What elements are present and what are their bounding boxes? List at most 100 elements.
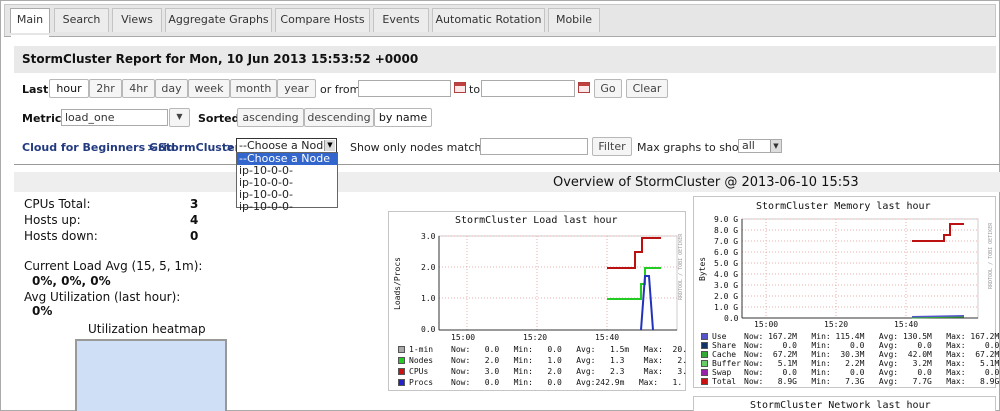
legend-swatch — [701, 333, 708, 340]
network-graph-title: StormCluster Network last hour — [750, 400, 931, 411]
breadcrumb-separator: > — [147, 141, 157, 154]
memory-ytick: 7.0 G — [714, 237, 739, 246]
legend-stats: Now: 2.0 Min: 1.0 Avg: 1.3 Max: 2. — [451, 356, 688, 365]
memory-ytick: 5.0 G — [714, 259, 739, 268]
sort-descending-button[interactable]: descending — [304, 108, 374, 127]
range-week-button[interactable]: week — [188, 79, 230, 98]
legend-name: Share — [712, 341, 737, 350]
legend-name: 1-min — [409, 345, 434, 354]
active-tab-gap — [11, 35, 49, 38]
range-hour-button[interactable]: hour — [49, 79, 89, 98]
memory-ytick: 1.0 G — [714, 303, 739, 312]
legend-name: Swap — [712, 368, 732, 377]
load-ytick: 0.0 — [421, 325, 436, 334]
memory-xtick: 15:20 — [824, 320, 849, 329]
legend-stats: Now: 0.0 Min: 0.0 Avg: 1.5m Max: 20. — [451, 345, 688, 354]
legend-name: CPUs — [409, 367, 429, 376]
legend-swatch — [701, 360, 708, 367]
load-ytick: 2.0 — [421, 263, 436, 272]
sort-by-name-button[interactable]: by name — [374, 108, 432, 127]
node-option[interactable]: ip-10-0-0- — [237, 201, 337, 213]
tab-aggregate-graphs[interactable]: Aggregate Graphs — [165, 8, 272, 32]
filter-label: Show only nodes matching — [350, 141, 499, 154]
hosts-up-label: Hosts up: — [24, 213, 81, 227]
legend-swatch — [701, 351, 708, 358]
legend-swatch — [398, 368, 405, 375]
max-graphs-value: all — [742, 139, 755, 152]
metric-input[interactable]: load_one — [61, 109, 168, 126]
range-label: Last — [22, 83, 49, 96]
legend-name: Total — [712, 377, 737, 386]
breadcrumb-separator: > — [226, 141, 236, 154]
load-ytick: 3.0 — [421, 232, 436, 241]
overview-title: Overview of StormCluster @ 2013-06-10 15… — [553, 175, 859, 190]
calendar-icon[interactable] — [454, 82, 466, 93]
memory-ytick: 8.0 G — [714, 226, 739, 235]
legend-stats: Now: 8.9G Min: 7.3G Avg: 7.7G Max: 8.9G — [744, 377, 1000, 386]
calendar-icon[interactable] — [578, 82, 590, 93]
max-graphs-label: Max graphs to show — [637, 141, 748, 154]
legend-name: Cache — [712, 350, 737, 359]
legend-stats: Now: 67.2M Min: 30.3M Avg: 42.0M Max: 67… — [744, 350, 1000, 359]
load-xtick: 15:20 — [523, 333, 548, 342]
node-select-value: --Choose a Node — [239, 139, 330, 152]
memory-ytick: 0.0 — [724, 314, 739, 323]
chevron-down-icon[interactable]: ▼ — [324, 140, 335, 151]
range-day-button[interactable]: day — [155, 79, 188, 98]
memory-xtick: 15:00 — [754, 320, 779, 329]
from-date-input[interactable] — [358, 80, 451, 97]
filter-button[interactable]: Filter — [592, 137, 632, 156]
tab-views[interactable]: Views — [112, 8, 162, 32]
hosts-up-value: 4 — [190, 213, 199, 227]
legend-name: Use — [712, 332, 727, 341]
utilization-label: Avg Utilization (last hour): — [24, 290, 181, 304]
legend-swatch — [398, 346, 405, 353]
report-title: StormCluster Report for Mon, 10 Jun 2013… — [14, 46, 996, 73]
range-4hr-button[interactable]: 4hr — [122, 79, 155, 98]
memory-ytick: 3.0 G — [714, 281, 739, 290]
tab-compare-hosts[interactable]: Compare Hosts — [275, 8, 370, 32]
legend-swatch — [701, 378, 708, 385]
load-graph[interactable]: StormCluster Load last hour Loads/Procs … — [388, 211, 688, 391]
max-graphs-select[interactable]: all ▼ — [738, 139, 782, 153]
tab-automatic-rotation[interactable]: Automatic Rotation — [432, 8, 545, 32]
to-date-input[interactable] — [481, 80, 575, 97]
memory-xtick: 15:40 — [894, 320, 919, 329]
cpus-total-value: 3 — [190, 197, 199, 211]
range-year-button[interactable]: year — [277, 79, 316, 98]
legend-swatch — [398, 357, 405, 364]
load-avg-label: Current Load Avg (15, 5, 1m): — [24, 259, 203, 273]
legend-stats: Now: 3.0 Min: 2.0 Avg: 2.3 Max: 3. — [451, 367, 688, 376]
tab-main[interactable]: Main — [10, 8, 50, 33]
legend-stats: Now: 5.1M Min: 2.2M Avg: 3.2M Max: 5.1M — [744, 359, 1000, 368]
hosts-down-label: Hosts down: — [24, 229, 98, 243]
metric-dropdown-button[interactable]: ▼ — [169, 108, 190, 127]
tab-search[interactable]: Search — [54, 8, 109, 32]
legend-swatch — [398, 379, 405, 386]
go-button[interactable]: Go — [594, 79, 622, 98]
node-select[interactable]: --Choose a Node ▼ — [236, 138, 337, 153]
metric-label: Metric — [22, 112, 62, 125]
memory-ytick: 2.0 G — [714, 292, 739, 301]
load-ytick: 1.0 — [421, 294, 436, 303]
range-2hr-button[interactable]: 2hr — [89, 79, 122, 98]
legend-stats: Now: 0.0 Min: 0.0 Avg:242.9m Max: 1. — [451, 378, 683, 387]
memory-ytick: 9.0 G — [714, 215, 739, 224]
filter-input[interactable] — [480, 138, 588, 155]
network-graph[interactable]: StormCluster Network last hour — [693, 396, 996, 411]
memory-graph[interactable]: StormCluster Memory last hour Bytes RRDT… — [693, 196, 1000, 388]
legend-name: Buffer — [712, 359, 741, 368]
tab-underline — [4, 36, 996, 37]
clear-button[interactable]: Clear — [626, 79, 668, 98]
sort-ascending-button[interactable]: ascending — [237, 108, 304, 127]
utilization-value: 0% — [32, 304, 53, 318]
legend-stats: Now: 0.0 Min: 0.0 Avg: 0.0 Max: 0.0 — [744, 368, 1000, 377]
load-xtick: 15:40 — [595, 333, 620, 342]
tab-mobile[interactable]: Mobile — [548, 8, 600, 32]
tab-events[interactable]: Events — [373, 8, 429, 32]
range-month-button[interactable]: month — [230, 79, 277, 98]
legend-swatch — [701, 342, 708, 349]
chevron-down-icon[interactable]: ▼ — [770, 140, 781, 152]
load-avg-value: 0%, 0%, 0% — [32, 274, 111, 288]
hosts-down-value: 0 — [190, 229, 199, 243]
